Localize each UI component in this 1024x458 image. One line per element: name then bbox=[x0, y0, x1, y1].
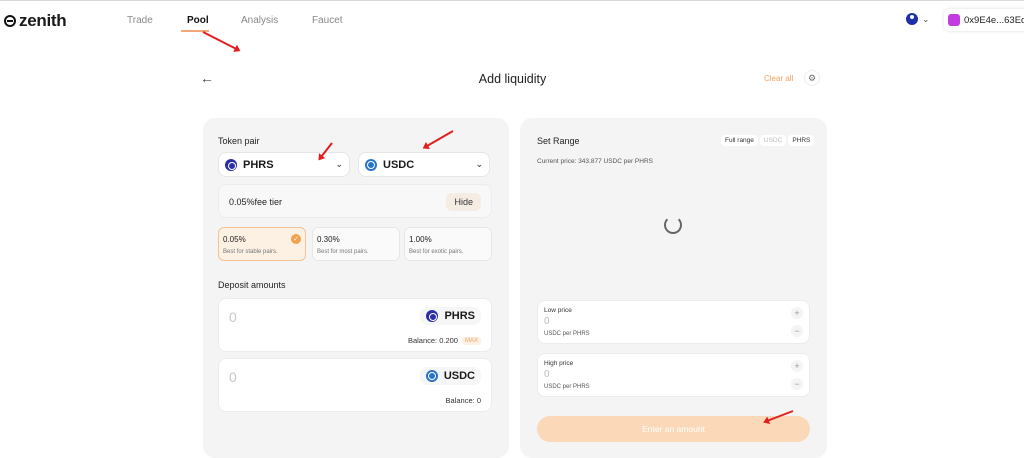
nav-faucet[interactable]: Faucet bbox=[312, 15, 343, 26]
toggle-usdc[interactable]: USDC bbox=[759, 134, 787, 146]
minus-icon[interactable]: − bbox=[791, 325, 803, 337]
low-price-unit: USDC per PHRS bbox=[544, 331, 590, 337]
token-a-label: PHRS bbox=[243, 158, 274, 171]
low-price-input[interactable]: Low price 0 USDC per PHRS + − bbox=[537, 300, 810, 344]
fee-tier-desc: Best for exotic pairs. bbox=[409, 249, 464, 255]
current-price-label: Current price: bbox=[537, 158, 577, 165]
deposit-input-phrs[interactable]: 0 PHRS Balance: 0.200 MAX bbox=[218, 298, 492, 352]
top-nav-bar: zenith Trade Pool Analysis Faucet ⌄ 0x9E… bbox=[0, 0, 1024, 40]
high-price-value[interactable]: 0 bbox=[544, 369, 550, 380]
nav-pool[interactable]: Pool bbox=[187, 15, 209, 26]
check-icon: ✓ bbox=[291, 234, 301, 244]
phrs-token-icon bbox=[426, 310, 439, 322]
fee-tier-option-0-05[interactable]: 0.05% Best for stable pairs. ✓ bbox=[218, 227, 306, 261]
network-switcher[interactable]: ⌄ bbox=[906, 13, 930, 25]
token-a-select[interactable]: PHRS ⌄ bbox=[218, 152, 350, 177]
network-icon bbox=[906, 13, 918, 25]
fee-tier-option-0-30[interactable]: 0.30% Best for most pairs. bbox=[312, 227, 400, 261]
wallet-button[interactable]: 0x9E4e...63Ed bbox=[944, 9, 1024, 31]
nav-analysis[interactable]: Analysis bbox=[241, 15, 278, 26]
deposit-token-chip: PHRS bbox=[420, 307, 481, 325]
page-title: Add liquidity bbox=[478, 72, 547, 86]
balance-text: Balance: 0.200 bbox=[407, 336, 458, 345]
page-header: ← Add liquidity Clear all ⚙ bbox=[200, 68, 825, 92]
high-price-input[interactable]: High price 0 USDC per PHRS + − bbox=[537, 353, 810, 397]
range-toggle-group: Full range USDC PHRS bbox=[721, 133, 815, 147]
balance-text: Balance: 0 bbox=[445, 396, 481, 405]
deposit-input-usdc[interactable]: 0 USDC Balance: 0 bbox=[218, 358, 492, 412]
fee-tier-box: 0.05%fee tier Hide bbox=[218, 184, 492, 218]
zenith-logo-icon bbox=[4, 15, 16, 27]
current-price-unit: USDC per PHRS bbox=[603, 158, 653, 165]
wallet-avatar-icon bbox=[948, 14, 960, 26]
phrs-token-icon bbox=[225, 158, 237, 171]
minus-icon[interactable]: − bbox=[791, 378, 803, 390]
usdc-token-icon bbox=[365, 158, 377, 171]
chevron-down-icon: ⌄ bbox=[475, 159, 483, 169]
deposit-amounts-label: Deposit amounts bbox=[218, 280, 286, 290]
fee-tier-pct: 0.05% bbox=[223, 235, 246, 244]
set-range-label: Set Range bbox=[537, 136, 580, 146]
logo[interactable]: zenith bbox=[4, 11, 67, 31]
deposit-amount-value[interactable]: 0 bbox=[229, 369, 237, 385]
logo-text: zenith bbox=[19, 11, 67, 30]
token-pair-panel: Token pair PHRS ⌄ USDC ⌄ 0.05%fee tier H… bbox=[203, 118, 509, 458]
plus-icon[interactable]: + bbox=[791, 307, 803, 319]
deposit-token-label: PHRS bbox=[444, 310, 475, 322]
fee-tier-pct: 1.00% bbox=[409, 235, 432, 244]
fee-tier-option-1-00[interactable]: 1.00% Best for exotic pairs. bbox=[404, 227, 492, 261]
nav-trade[interactable]: Trade bbox=[127, 15, 153, 26]
current-price: Current price: 343.877 USDC per PHRS bbox=[537, 158, 653, 165]
loading-spinner-icon bbox=[664, 216, 682, 234]
full-range-button[interactable]: Full range bbox=[721, 134, 758, 146]
deposit-balance: Balance: 0 bbox=[446, 396, 481, 405]
usdc-token-icon bbox=[425, 370, 438, 382]
deposit-token-label: USDC bbox=[443, 370, 475, 382]
high-price-unit: USDC per PHRS bbox=[544, 384, 590, 390]
wallet-address: 0x9E4e...63Ed bbox=[964, 14, 1024, 26]
settings-gear-icon[interactable]: ⚙ bbox=[804, 70, 820, 86]
hide-fee-tiers-button[interactable]: Hide bbox=[446, 193, 481, 211]
chevron-down-icon: ⌄ bbox=[335, 159, 343, 169]
fee-tier-text: 0.05%fee tier bbox=[229, 197, 283, 207]
token-b-label: USDC bbox=[383, 158, 415, 171]
chevron-down-icon: ⌄ bbox=[922, 13, 930, 24]
set-range-panel: Set Range Full range USDC PHRS Current p… bbox=[520, 118, 827, 458]
high-price-label: High price bbox=[544, 360, 574, 367]
fee-tier-desc: Best for most pairs. bbox=[317, 249, 369, 255]
low-price-label: Low price bbox=[544, 307, 572, 314]
deposit-token-chip: USDC bbox=[419, 367, 481, 385]
deposit-balance: Balance: 0.200 MAX bbox=[408, 336, 481, 345]
fee-tier-desc: Best for stable pairs. bbox=[223, 249, 278, 255]
clear-all-button[interactable]: Clear all bbox=[764, 74, 793, 83]
fee-tier-pct: 0.30% bbox=[317, 235, 340, 244]
deposit-amount-value[interactable]: 0 bbox=[229, 309, 237, 325]
current-price-value: 343.877 bbox=[578, 158, 602, 165]
toggle-phrs[interactable]: PHRS bbox=[788, 134, 815, 146]
token-pair-label: Token pair bbox=[218, 136, 260, 146]
low-price-value[interactable]: 0 bbox=[544, 316, 550, 327]
token-b-select[interactable]: USDC ⌄ bbox=[358, 152, 490, 177]
plus-icon[interactable]: + bbox=[791, 360, 803, 372]
max-button[interactable]: MAX bbox=[461, 336, 481, 345]
